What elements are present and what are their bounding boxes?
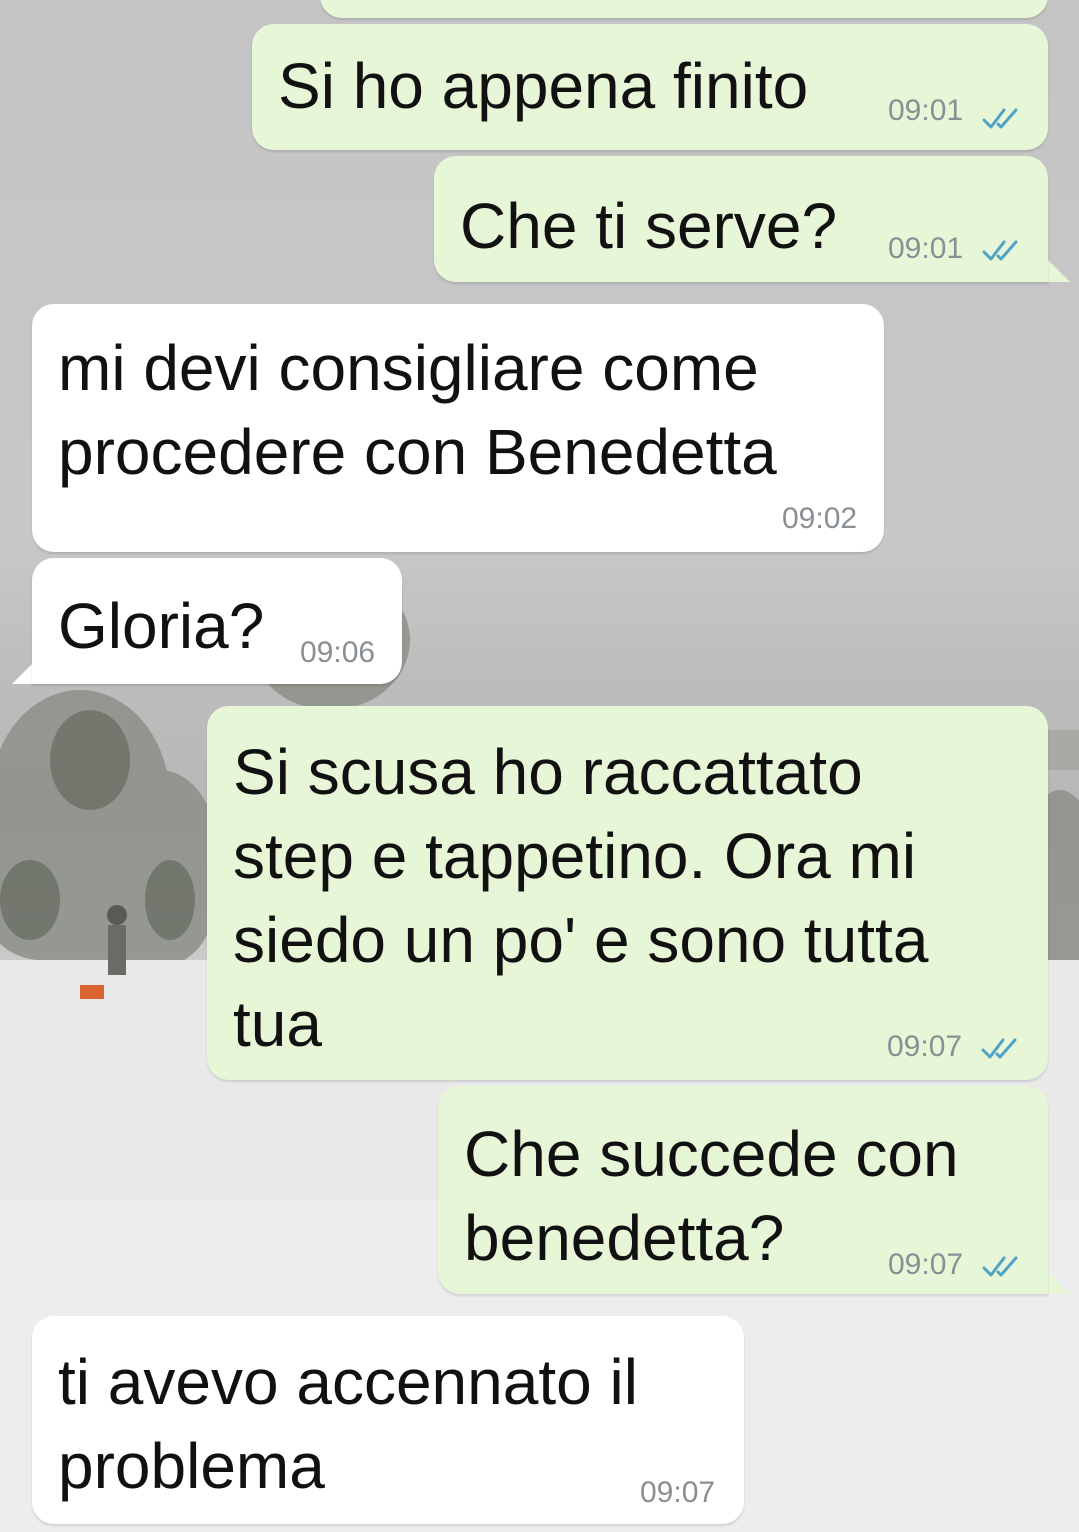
message-bubble-incoming[interactable]: Gloria? 09:06 (32, 558, 402, 684)
message-time: 09:01 (888, 94, 964, 127)
message-time: 09:02 (782, 502, 858, 535)
message-bubble-incoming[interactable]: ti avevo accennato il problema 09:07 (32, 1316, 744, 1524)
message-bubble-outgoing[interactable]: Si ho appena finito 09:01 (252, 24, 1048, 150)
double-check-icon (982, 108, 1018, 129)
bubble-tail (1048, 1272, 1070, 1294)
message-time: 09:01 (888, 232, 964, 265)
message-bubble-incoming[interactable]: mi devi consigliare come procedere con B… (32, 304, 884, 552)
message-time: 09:07 (887, 1030, 963, 1063)
double-check-icon (982, 1256, 1018, 1277)
message-bubble-outgoing[interactable]: Che succede con benedetta? 09:07 (438, 1086, 1048, 1294)
message-text: mi devi consigliare come procedere con B… (58, 332, 777, 488)
message-bubble-outgoing[interactable]: Si scusa ho raccattato step e tappetino.… (207, 706, 1048, 1080)
bubble-tail (12, 662, 34, 684)
message-text: ti avevo accennato il problema (58, 1346, 638, 1502)
message-text: Che succede con benedetta? (464, 1118, 959, 1274)
message-time: 09:07 (640, 1476, 716, 1509)
message-bubble-outgoing[interactable]: Che ti serve? 09:01 (434, 156, 1048, 282)
double-check-icon (982, 240, 1018, 261)
message-text: Si ho appena finito (278, 50, 809, 122)
message-time: 09:06 (300, 636, 376, 669)
bubble-tail (1048, 260, 1070, 282)
message-text: Che ti serve? (460, 190, 838, 262)
message-text: Gloria? (58, 590, 265, 662)
message-text: Si scusa ho raccattato step e tappetino.… (233, 736, 929, 1060)
previous-message-bubble[interactable] (320, 0, 1048, 18)
double-check-icon (981, 1038, 1017, 1059)
message-time: 09:07 (888, 1248, 964, 1281)
